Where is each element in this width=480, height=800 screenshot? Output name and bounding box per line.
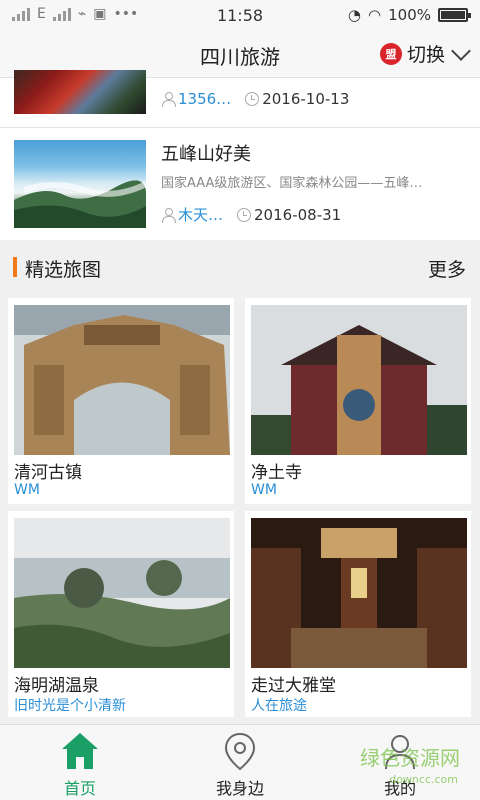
photo-image [251,305,467,455]
photo-card[interactable]: 走过大雅堂 人在旅途 [245,511,471,717]
photo-image [251,518,467,668]
chevron-down-icon [451,40,471,61]
photo-title: 海明湖温泉 [14,676,99,696]
user-icon [161,207,176,223]
article-thumbnail [14,70,146,114]
photo-card[interactable]: 清河古镇 WM [8,298,234,504]
photo-author[interactable]: 人在旅途 [251,695,307,715]
photo-author[interactable]: WM [14,482,40,498]
status-bar: E ⌁ ▣ ••• 11:58 ◔ ◠ 100% [0,0,480,30]
article-thumbnail [14,140,146,228]
section-accent-bar [13,257,17,277]
article-date: 2016-08-31 [254,205,342,224]
article-item[interactable]: 五峰山好美 国家AAA级旅游区、国家森林公园——五峰… 木天… 2016-08-… [0,128,480,240]
article-author[interactable]: 1356… [178,90,231,108]
battery-percent: 100% [388,6,431,24]
photo-card[interactable]: 海明湖温泉 旧时光是个小清新 [8,511,234,717]
tab-nearby[interactable]: 我身边 [160,725,320,800]
photo-card[interactable]: 净土寺 WM [245,298,471,504]
battery-icon [438,8,471,22]
clock-icon [237,207,252,222]
photo-image [14,518,230,668]
tab-label: 我身边 [215,779,264,798]
tab-label: 首页 [63,779,96,798]
photo-title: 清河古镇 [14,463,82,483]
switch-label: 切换 [406,44,445,66]
union-logo-icon: 盟 [379,42,402,65]
article-date: 2016-10-13 [262,90,350,108]
location-pin-icon [224,732,256,771]
section-title: 精选旅图 [25,259,102,281]
article-subtitle: 国家AAA级旅游区、国家森林公园——五峰… [161,176,423,191]
photo-image [14,305,230,455]
photo-author[interactable]: WM [251,482,277,498]
article-meta: 1356… 2016-10-13 [161,90,349,108]
wifi-icon: ◠ [368,6,382,24]
tab-home[interactable]: 首页 [0,725,160,800]
article-title: 五峰山好美 [161,144,251,165]
section-header: 精选旅图 更多 [0,242,480,292]
home-icon [62,733,98,769]
status-right: ◔ ◠ 100% [347,6,471,24]
switch-region-button[interactable]: 盟 切换 [379,40,471,67]
article-item[interactable]: 1356… 2016-10-13 [0,70,480,128]
alarm-icon: ◔ [347,6,362,24]
clock-icon [245,92,260,106]
watermark-text: 绿色资源网 [360,746,460,770]
more-button[interactable]: 更多 [428,255,466,282]
user-icon [161,92,176,107]
photo-title: 净土寺 [251,463,302,483]
watermark-url: downcc.com [389,773,458,786]
article-author[interactable]: 木天… [178,204,223,225]
photo-title: 走过大雅堂 [251,676,336,696]
article-meta: 木天… 2016-08-31 [161,204,341,225]
photo-author[interactable]: 旧时光是个小清新 [14,695,126,715]
